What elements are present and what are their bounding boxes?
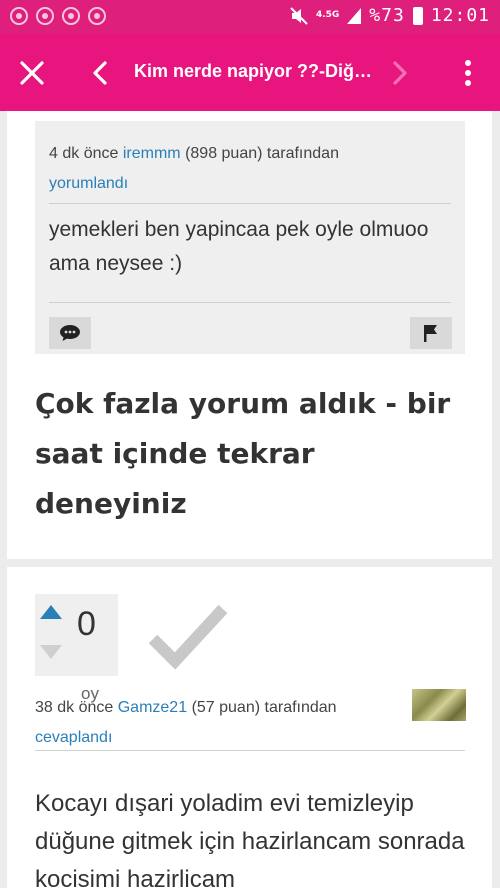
rate-limit-notice: Çok fazla yorum aldık - bir saat içinde … xyxy=(35,387,451,520)
accept-answer-icon[interactable] xyxy=(145,601,229,671)
network-type: 4.5G xyxy=(315,10,340,20)
chrome-icon xyxy=(36,7,54,25)
divider xyxy=(35,750,465,751)
answer-by: tarafından xyxy=(264,699,337,716)
signal-icon xyxy=(347,7,362,24)
system-icons: 4.5G %73 12:01 xyxy=(290,5,490,26)
comment-user-link[interactable]: iremmm xyxy=(123,145,181,162)
forward-arrow-icon[interactable] xyxy=(388,60,412,86)
notification-icons xyxy=(10,7,106,25)
divider xyxy=(49,302,451,303)
answer-meta: 38 dk önce Gamze21 (57 puan) tarafından … xyxy=(35,693,415,753)
question-card: 4 dk önce iremmm (898 puan) tarafından y… xyxy=(7,111,492,559)
back-arrow-icon[interactable] xyxy=(88,60,112,86)
chrome-icon xyxy=(62,7,80,25)
chrome-icon xyxy=(88,7,106,25)
flag-comment-button[interactable] xyxy=(410,317,452,349)
clock: 12:01 xyxy=(430,5,490,26)
comment-action-link[interactable]: yorumlandı xyxy=(49,175,128,192)
vote-box: 0 oy xyxy=(35,594,118,703)
battery-icon xyxy=(412,6,423,25)
comment-time: 4 dk önce xyxy=(49,145,119,162)
comment-by: tarafından xyxy=(266,145,339,162)
comment-text: yemekleri ben yapincaa pek oyle olmuoo a… xyxy=(49,218,429,275)
answer-user-link[interactable]: Gamze21 xyxy=(118,699,187,716)
overflow-menu-icon[interactable] xyxy=(458,58,478,88)
flag-icon xyxy=(424,325,437,342)
app-toolbar: Kim nerde napiyor ??-Diğ… xyxy=(0,34,500,111)
divider xyxy=(49,203,451,204)
comment-icon xyxy=(60,325,80,341)
comment-box: 4 dk önce iremmm (898 puan) tarafından y… xyxy=(35,121,465,354)
battery-percent: %73 xyxy=(369,5,405,26)
user-avatar[interactable] xyxy=(412,689,466,721)
answer-text: Kocayı dışari yoladim evi temizleyip düğ… xyxy=(35,790,465,888)
comment-points: (898 puan) xyxy=(185,145,263,162)
reply-comment-button[interactable] xyxy=(49,317,91,349)
vote-count: 0 xyxy=(77,605,96,643)
vote-up-icon[interactable] xyxy=(40,605,62,619)
page-title: Kim nerde napiyor ??-Diğ… xyxy=(134,61,373,81)
status-bar: 4.5G %73 12:01 xyxy=(0,0,500,34)
chrome-icon xyxy=(10,7,28,25)
comment-meta: 4 dk önce iremmm (898 puan) tarafından y… xyxy=(49,139,449,199)
answer-time: 38 dk önce xyxy=(35,699,114,716)
answer-card: 0 oy 38 dk önce Gamze21 (57 puan) tarafı… xyxy=(7,567,492,888)
vote-down-icon[interactable] xyxy=(40,645,62,659)
mute-icon xyxy=(290,6,308,25)
close-icon[interactable] xyxy=(19,60,45,86)
answer-points: (57 puan) xyxy=(191,699,261,716)
answer-action-link[interactable]: cevaplandı xyxy=(35,729,112,746)
